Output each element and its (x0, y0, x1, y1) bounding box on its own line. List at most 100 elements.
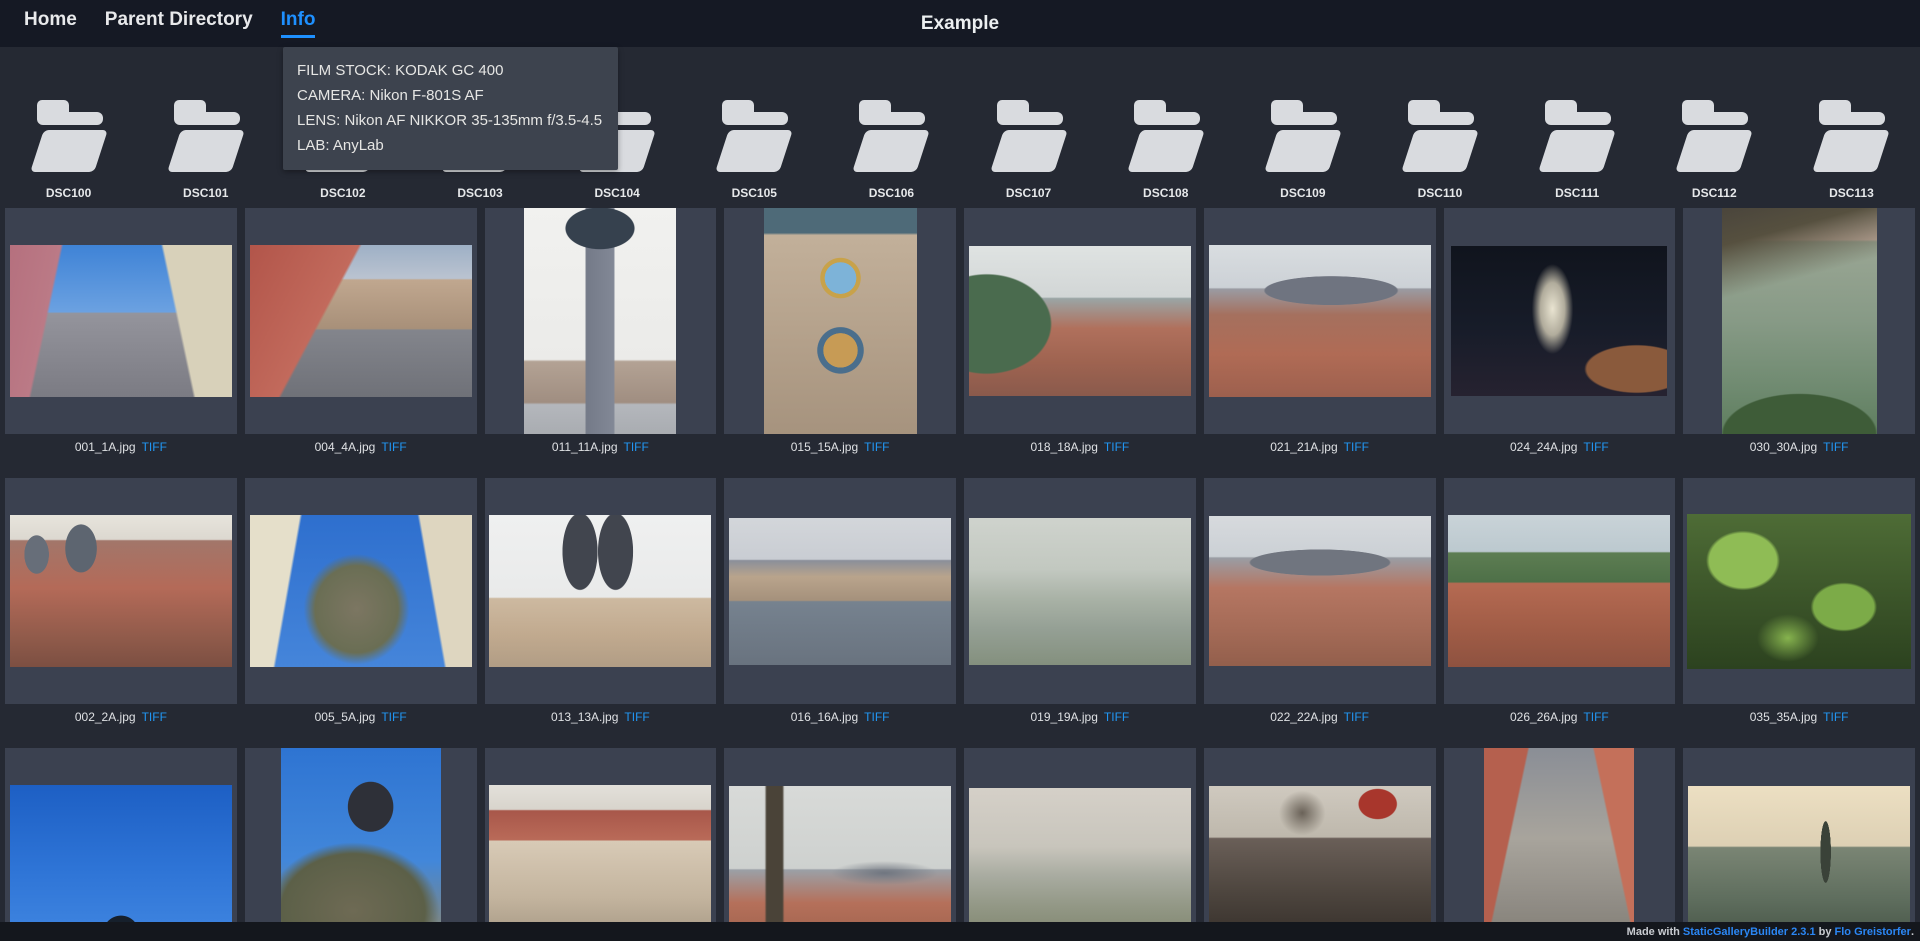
photo-thumbnail[interactable] (249, 515, 472, 667)
folder-item-dsc111[interactable]: DSC111 (1509, 100, 1646, 202)
folder-item-dsc113[interactable]: DSC113 (1783, 100, 1920, 202)
photo-thumbnail[interactable] (1208, 245, 1431, 397)
photo-cell (5, 748, 237, 941)
tiff-link[interactable]: TIFF (864, 440, 889, 454)
photo-thumbnail[interactable] (968, 246, 1191, 396)
open-folder-icon (1120, 100, 1212, 172)
tiff-link[interactable]: TIFF (1823, 440, 1848, 454)
author-link[interactable]: Flo Greistorfer (1835, 926, 1911, 938)
tiff-link[interactable]: TIFF (142, 440, 167, 454)
photo-thumbnail[interactable] (489, 785, 712, 937)
photo-thumbnail[interactable] (1208, 516, 1431, 666)
photo-card: 004_4A.jpg TIFF (244, 208, 477, 456)
photo-thumbnail[interactable] (9, 785, 232, 937)
tiff-link[interactable]: TIFF (1344, 710, 1369, 724)
tiff-link[interactable]: TIFF (1344, 440, 1369, 454)
folder-label: DSC113 (1829, 186, 1874, 200)
tiff-link[interactable]: TIFF (1823, 710, 1848, 724)
photo-card: 015_15A.jpg TIFF (724, 208, 956, 456)
photo-thumbnail[interactable] (524, 208, 677, 434)
folder-item-dsc110[interactable]: DSC110 (1371, 100, 1508, 202)
photo-thumbnail[interactable] (1688, 786, 1911, 936)
photo-filename: 016_16A.jpg (790, 710, 859, 724)
folder-item-dsc100[interactable]: DSC100 (0, 100, 137, 202)
folder-item-dsc105[interactable]: DSC105 (686, 100, 823, 202)
photo-card: 021_21A.jpg TIFF (1203, 208, 1436, 456)
open-folder-icon (708, 100, 800, 172)
photo-caption: 016_16A.jpg TIFF (724, 710, 956, 726)
photo-thumbnail[interactable] (1451, 246, 1668, 396)
photo-thumbnail[interactable] (968, 787, 1191, 935)
photo-cell (724, 478, 956, 704)
photo-filename: 022_22A.jpg (1270, 710, 1338, 724)
photo-thumbnail[interactable] (489, 515, 712, 667)
nav-item-info[interactable]: Info (280, 9, 316, 38)
photo-thumbnail[interactable] (280, 748, 441, 941)
photo-cell (244, 208, 477, 434)
tiff-link[interactable]: TIFF (624, 440, 649, 454)
photo-thumbnail[interactable] (1687, 513, 1912, 669)
tiff-link[interactable]: TIFF (142, 710, 167, 724)
photo-cell (1203, 478, 1436, 704)
photo-thumbnail[interactable] (968, 517, 1191, 665)
footer-credit: Made with StaticGalleryBuilder 2.3.1 by … (0, 922, 1920, 941)
photo-card: 013_13A.jpg TIFF (484, 478, 717, 726)
photo-thumbnail[interactable] (249, 245, 472, 397)
tiff-link[interactable]: TIFF (1583, 440, 1608, 454)
open-folder-icon (1531, 100, 1623, 172)
tiff-link[interactable]: TIFF (381, 440, 406, 454)
photo-caption: 001_1A.jpg TIFF (5, 440, 237, 456)
photo-thumbnail[interactable] (1448, 515, 1671, 667)
folder-item-dsc112[interactable]: DSC112 (1646, 100, 1783, 202)
photo-thumbnail[interactable] (1484, 748, 1635, 941)
photo-thumbnail[interactable] (763, 208, 917, 434)
folder-label: DSC103 (457, 186, 503, 200)
photo-cell (5, 478, 237, 704)
photo-filename: 024_24A.jpg (1510, 440, 1578, 454)
folder-item-dsc101[interactable]: DSC101 (137, 100, 274, 202)
photo-thumbnail[interactable] (9, 245, 232, 397)
photo-card: 019_19A.jpg TIFF (964, 478, 1196, 726)
photo-thumbnail[interactable] (1721, 208, 1877, 434)
photo-grid: 001_1A.jpg TIFF 004_4A.jpg TIFF 011_11A.jp… (0, 208, 1920, 941)
nav-items: Home Parent Directory Info (24, 9, 316, 38)
photo-filename: 011_11A.jpg (551, 440, 618, 454)
open-folder-icon (1394, 100, 1486, 172)
builder-link[interactable]: StaticGalleryBuilder 2.3.1 (1683, 926, 1816, 938)
folder-item-dsc106[interactable]: DSC106 (823, 100, 960, 202)
photo-thumbnail[interactable] (1208, 786, 1431, 936)
tiff-link[interactable]: TIFF (381, 710, 406, 724)
tiff-link[interactable]: TIFF (624, 710, 649, 724)
photo-thumbnail[interactable] (729, 786, 952, 936)
folder-item-dsc109[interactable]: DSC109 (1234, 100, 1371, 202)
folder-item-dsc107[interactable]: DSC107 (960, 100, 1097, 202)
photo-cell (1683, 748, 1915, 941)
photo-filename: 018_18A.jpg (1030, 440, 1098, 454)
photo-card: 016_16A.jpg TIFF (724, 478, 956, 726)
photo-filename: 026_26A.jpg (1510, 710, 1578, 724)
folder-item-dsc108[interactable]: DSC108 (1097, 100, 1234, 202)
nav-item-parent-directory[interactable]: Parent Directory (105, 9, 253, 38)
photo-cell (1443, 208, 1676, 434)
photo-card (724, 748, 956, 941)
photo-card: 002_2A.jpg TIFF (5, 478, 237, 726)
folder-label: DSC106 (868, 186, 915, 200)
photo-cell (1203, 208, 1436, 434)
nav-item-home[interactable]: Home (24, 9, 77, 38)
photo-cell (964, 208, 1196, 434)
photo-filename: 035_35A.jpg (1749, 710, 1818, 724)
open-folder-icon (1257, 100, 1349, 172)
photo-card: 024_24A.jpg TIFF (1443, 208, 1676, 456)
photo-caption: 019_19A.jpg TIFF (964, 710, 1196, 726)
photo-thumbnail[interactable] (729, 517, 952, 665)
photo-cell (244, 748, 477, 941)
photo-caption: 030_30A.jpg TIFF (1683, 440, 1915, 456)
tiff-link[interactable]: TIFF (1583, 710, 1608, 724)
tiff-link[interactable]: TIFF (1104, 440, 1129, 454)
tiff-link[interactable]: TIFF (1104, 710, 1129, 724)
open-folder-icon (845, 100, 937, 172)
photo-thumbnail[interactable] (9, 515, 232, 667)
tiff-link[interactable]: TIFF (864, 710, 889, 724)
nav-item-label: Home (24, 9, 77, 30)
footer-middle: by (1815, 925, 1835, 938)
